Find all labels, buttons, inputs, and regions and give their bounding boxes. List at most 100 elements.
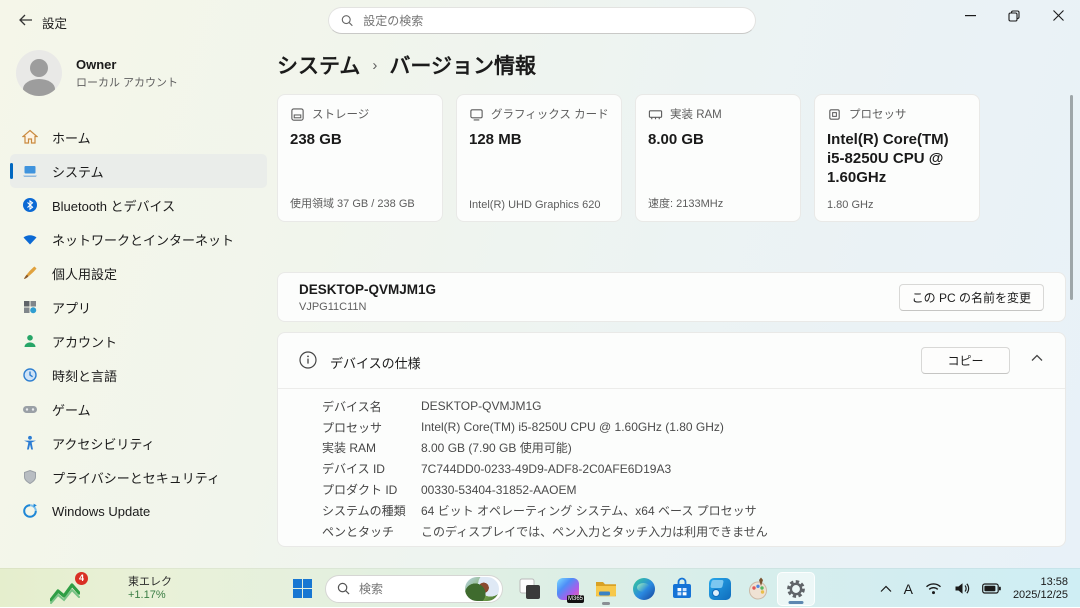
- info-icon: [299, 351, 317, 369]
- tray-date: 2025/12/25: [1013, 589, 1068, 602]
- divider: [278, 388, 1065, 389]
- spec-row: ペンとタッチこのディスプレイでは、ペン入力とタッチ入力は利用できません: [322, 521, 1045, 542]
- spec-row: 実装 RAM8.00 GB (7.90 GB 使用可能): [322, 438, 1045, 459]
- wifi-icon: [925, 582, 942, 595]
- spec-label: システムの種類: [322, 502, 421, 519]
- apps-icon: [22, 299, 38, 315]
- sidebar-item-label: ゲーム: [52, 400, 91, 419]
- card-title: 実装 RAM: [670, 106, 722, 122]
- spec-row: システムの種類64 ビット オペレーティング システム、x64 ベース プロセッ…: [322, 500, 1045, 521]
- search-icon: [341, 14, 353, 27]
- spec-label: ペンとタッチ: [322, 523, 421, 540]
- paint-button[interactable]: [739, 572, 777, 606]
- device-name-panel: DESKTOP-QVMJM1G VJPG11C11N この PC の名前を変更: [277, 272, 1066, 322]
- sidebar-item-apps[interactable]: アプリ: [10, 290, 267, 324]
- spec-value: 7C744DD0-0233-49D9-ADF8-2C0AFE6D19A3: [421, 462, 671, 476]
- sidebar-item-label: Windows Update: [52, 504, 150, 519]
- user-account-button[interactable]: Owner ローカル アカウント: [16, 50, 178, 96]
- spec-label: プロセッサ: [322, 419, 421, 436]
- ram-card[interactable]: 実装 RAM 8.00 GB 速度: 2133MHz: [635, 94, 801, 222]
- sidebar-item-label: 個人用設定: [52, 264, 117, 283]
- accessibility-icon: [22, 435, 38, 451]
- stock-chart-icon: [50, 582, 80, 604]
- edge-button[interactable]: [625, 572, 663, 606]
- search-icon: [337, 582, 350, 595]
- sidebar-item-accounts[interactable]: アカウント: [10, 324, 267, 358]
- sidebar-item-home[interactable]: ホーム: [10, 120, 267, 154]
- home-icon: [22, 129, 38, 145]
- specs-table: デバイス名DESKTOP-QVMJM1G プロセッサIntel(R) Core(…: [322, 396, 1045, 542]
- spec-row: デバイス名DESKTOP-QVMJM1G: [322, 396, 1045, 417]
- sidebar-item-label: ホーム: [52, 128, 91, 147]
- minimize-icon: [965, 10, 976, 21]
- update-icon: [22, 503, 38, 519]
- graphics-card[interactable]: グラフィックス カード 128 MB Intel(R) UHD Graphics…: [456, 94, 622, 222]
- clock[interactable]: 13:58 2025/12/25: [1007, 576, 1080, 602]
- wifi-status-icon[interactable]: [919, 572, 948, 606]
- search-highlight-image[interactable]: [465, 577, 499, 601]
- sidebar-item-personalization[interactable]: 個人用設定: [10, 256, 267, 290]
- sidebar-item-time-language[interactable]: 時刻と言語: [10, 358, 267, 392]
- card-detail: 1.80 GHz: [827, 199, 873, 211]
- widgets-button[interactable]: 4 東エレク +1.17%: [50, 571, 180, 606]
- sidebar-item-label: 時刻と言語: [52, 366, 117, 385]
- taskbar-icons: M365: [283, 569, 815, 608]
- file-explorer-button[interactable]: [587, 572, 625, 606]
- gpu-icon: [469, 107, 484, 122]
- storage-card[interactable]: ストレージ 238 GB 使用領域 37 GB / 238 GB: [277, 94, 443, 222]
- sidebar-item-label: システム: [52, 162, 104, 181]
- user-name: Owner: [76, 57, 178, 72]
- gamepad-icon: [22, 401, 38, 417]
- vertical-scrollbar[interactable]: [1070, 95, 1073, 300]
- sidebar-item-accessibility[interactable]: アクセシビリティ: [10, 426, 267, 460]
- cpu-icon: [827, 107, 842, 122]
- outlook-button[interactable]: [701, 572, 739, 606]
- settings-button[interactable]: [777, 572, 815, 606]
- spec-label: プロダクト ID: [322, 481, 421, 498]
- copy-button[interactable]: コピー: [921, 347, 1010, 374]
- microsoft-store-button[interactable]: [663, 572, 701, 606]
- sidebar-item-label: アカウント: [52, 332, 117, 351]
- chevron-up-icon[interactable]: [1031, 354, 1043, 362]
- sidebar-item-windows-update[interactable]: Windows Update: [10, 494, 267, 528]
- file-explorer-icon: [594, 577, 618, 601]
- volume-status-icon[interactable]: [948, 572, 976, 606]
- sidebar-item-label: アプリ: [52, 298, 91, 317]
- edge-icon: [633, 578, 655, 600]
- taskbar-search-box[interactable]: [325, 575, 503, 603]
- copilot-m365-button[interactable]: M365: [549, 572, 587, 606]
- device-specs-title: デバイスの仕様: [330, 353, 421, 372]
- settings-search-input[interactable]: [361, 13, 743, 29]
- taskbar-search-input[interactable]: [357, 581, 461, 597]
- tray-overflow-button[interactable]: [874, 572, 898, 606]
- spec-value: 64 ビット オペレーティング システム、x64 ベース プロセッサ: [421, 502, 757, 519]
- ime-indicator[interactable]: A: [898, 572, 919, 606]
- tray-time: 13:58: [1013, 576, 1068, 589]
- stock-change: +1.17%: [128, 589, 172, 602]
- sidebar-item-label: Bluetooth とデバイス: [52, 196, 175, 215]
- task-view-button[interactable]: [511, 572, 549, 606]
- sidebar-item-gaming[interactable]: ゲーム: [10, 392, 267, 426]
- restore-button[interactable]: [992, 0, 1036, 31]
- sidebar: Owner ローカル アカウント ホーム システム Bluetooth とデバイ…: [0, 48, 277, 568]
- sidebar-item-system[interactable]: システム: [10, 154, 267, 188]
- rename-pc-button[interactable]: この PC の名前を変更: [899, 284, 1044, 311]
- clock-globe-icon: [22, 367, 38, 383]
- app-title: 設定: [42, 13, 67, 32]
- start-button[interactable]: [283, 572, 321, 606]
- sidebar-item-bluetooth-devices[interactable]: Bluetooth とデバイス: [10, 188, 267, 222]
- battery-status-icon[interactable]: [976, 572, 1007, 606]
- card-detail: 使用領域 37 GB / 238 GB: [290, 195, 415, 211]
- breadcrumb-system[interactable]: システム: [277, 50, 360, 80]
- sidebar-item-privacy-security[interactable]: プライバシーとセキュリティ: [10, 460, 267, 494]
- back-button[interactable]: [12, 8, 38, 32]
- card-detail: Intel(R) UHD Graphics 620: [469, 199, 600, 211]
- processor-card[interactable]: プロセッサ Intel(R) Core(TM) i5-8250U CPU @ 1…: [814, 94, 980, 222]
- notification-badge: 4: [75, 572, 88, 585]
- settings-search-box[interactable]: [328, 7, 756, 34]
- close-button[interactable]: [1036, 0, 1080, 31]
- sidebar-item-network-internet[interactable]: ネットワークとインターネット: [10, 222, 267, 256]
- minimize-button[interactable]: [948, 0, 992, 31]
- device-specs-header[interactable]: デバイスの仕様 コピー: [278, 333, 1065, 388]
- card-value: 8.00 GB: [648, 130, 788, 149]
